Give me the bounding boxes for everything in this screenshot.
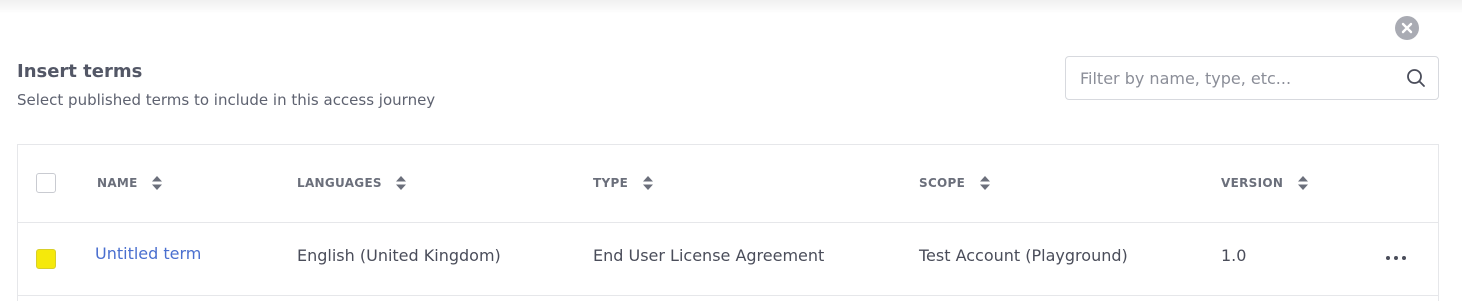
sort-icon[interactable]	[396, 175, 407, 190]
search-input[interactable]	[1080, 67, 1380, 89]
search-box[interactable]	[1065, 56, 1439, 100]
dialog-title: Insert terms	[17, 61, 143, 82]
search-icon[interactable]	[1406, 68, 1426, 88]
table-header-row: NAME LANGUAGES TYPE SCOPE VERSION	[18, 145, 1438, 223]
more-options-icon[interactable]	[1384, 247, 1410, 269]
sort-icon[interactable]	[152, 175, 163, 190]
term-languages: English (United Kingdom)	[297, 246, 501, 265]
column-header-languages[interactable]: LANGUAGES	[297, 175, 407, 190]
modal-top-shadow	[0, 0, 1462, 14]
column-header-name[interactable]: NAME	[97, 175, 163, 190]
sort-icon[interactable]	[642, 175, 653, 190]
row-select-checkbox[interactable]	[36, 249, 56, 269]
terms-table: NAME LANGUAGES TYPE SCOPE VERSION Untitl…	[17, 144, 1439, 301]
term-scope: Test Account (Playground)	[919, 246, 1128, 265]
column-header-type[interactable]: TYPE	[593, 175, 653, 190]
term-version: 1.0	[1221, 246, 1247, 265]
term-type: End User License Agreement	[593, 246, 825, 265]
term-name-link[interactable]: Untitled term	[95, 244, 201, 263]
close-icon	[1401, 22, 1413, 34]
sort-icon[interactable]	[979, 175, 990, 190]
column-header-label: SCOPE	[919, 176, 966, 190]
table-row[interactable]: Untitled term English (United Kingdom) E…	[18, 222, 1438, 296]
column-header-label: TYPE	[593, 176, 629, 190]
select-all-checkbox[interactable]	[36, 173, 56, 193]
column-header-label: VERSION	[1221, 176, 1284, 190]
column-header-version[interactable]: VERSION	[1221, 175, 1308, 190]
column-header-label: LANGUAGES	[297, 176, 382, 190]
column-header-label: NAME	[97, 176, 138, 190]
dialog-subtitle: Select published terms to include in thi…	[17, 91, 436, 109]
close-button[interactable]	[1395, 16, 1419, 40]
sort-icon[interactable]	[1297, 175, 1308, 190]
column-header-scope[interactable]: SCOPE	[919, 175, 990, 190]
